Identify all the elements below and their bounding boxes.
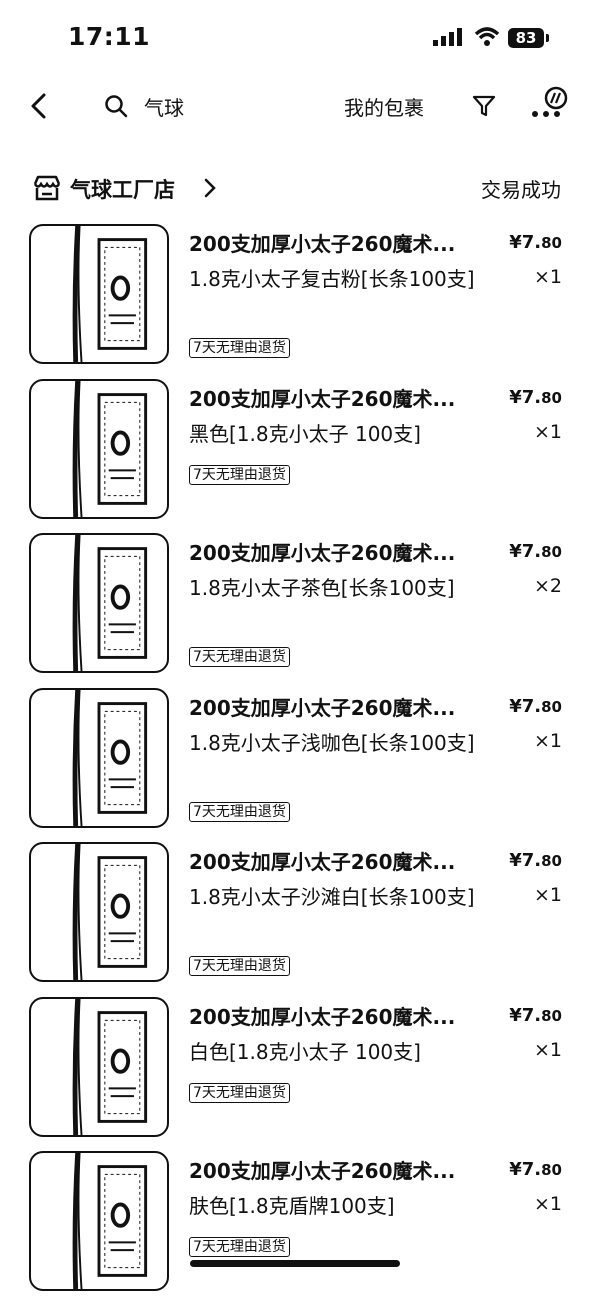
product-spec: 1.8克小太子浅咖色[长条100支] bbox=[189, 731, 475, 755]
balloon-package-image bbox=[72, 1153, 148, 1289]
battery-tip bbox=[546, 34, 549, 42]
battery-level: 83 bbox=[508, 28, 544, 48]
cellular-signal-icon bbox=[433, 28, 462, 46]
product-thumbnail[interactable] bbox=[29, 379, 169, 519]
order-item[interactable]: 200支加厚小太子260魔术... ¥7.80 黑色[1.8克小太子 100支]… bbox=[0, 377, 591, 527]
search-input[interactable]: 气球 bbox=[144, 92, 184, 121]
product-title[interactable]: 200支加厚小太子260魔术... bbox=[189, 537, 489, 566]
product-spec: 黑色[1.8克小太子 100支] bbox=[189, 422, 421, 446]
product-thumbnail[interactable] bbox=[29, 533, 169, 673]
product-price: ¥7.80 bbox=[509, 387, 562, 408]
balloon-package-image bbox=[72, 226, 148, 362]
order-item[interactable]: 200支加厚小太子260魔术... ¥7.80 1.8克小太子浅咖色[长条100… bbox=[0, 686, 591, 836]
product-title[interactable]: 200支加厚小太子260魔术... bbox=[189, 1155, 489, 1184]
chevron-right-icon bbox=[204, 178, 216, 198]
price-main: ¥7. bbox=[509, 541, 542, 562]
product-thumbnail[interactable] bbox=[29, 224, 169, 364]
product-price: ¥7.80 bbox=[509, 232, 562, 253]
balloon-package-image bbox=[72, 535, 148, 671]
return-policy-badge: 7天无理由退货 bbox=[189, 1237, 290, 1257]
my-package-button[interactable]: 我的包裹 bbox=[344, 92, 424, 121]
price-main: ¥7. bbox=[509, 696, 542, 717]
balloon-package-image bbox=[72, 844, 148, 980]
product-quantity: ×1 bbox=[533, 266, 562, 288]
search-icon[interactable] bbox=[104, 94, 128, 118]
product-price: ¥7.80 bbox=[509, 1005, 562, 1026]
price-main: ¥7. bbox=[509, 232, 542, 253]
shop-name[interactable]: 气球工厂店 bbox=[70, 174, 175, 204]
return-policy-badge: 7天无理由退货 bbox=[189, 1083, 290, 1103]
back-arrow-icon[interactable] bbox=[28, 92, 50, 120]
product-spec: 1.8克小太子沙滩白[长条100支] bbox=[189, 885, 475, 909]
product-quantity: ×1 bbox=[533, 421, 562, 443]
product-spec: 肤色[1.8克盾牌100支] bbox=[189, 1194, 395, 1218]
product-quantity: ×1 bbox=[533, 730, 562, 752]
price-main: ¥7. bbox=[509, 1159, 542, 1180]
price-decimal: 80 bbox=[541, 1007, 562, 1025]
price-main: ¥7. bbox=[509, 850, 542, 871]
return-policy-badge: 7天无理由退货 bbox=[189, 465, 290, 485]
order-item[interactable]: 200支加厚小太子260魔术... ¥7.80 1.8克小太子复古粉[长条100… bbox=[0, 222, 591, 372]
return-policy-badge: 7天无理由退货 bbox=[189, 956, 290, 976]
price-decimal: 80 bbox=[541, 234, 562, 252]
product-quantity: ×1 bbox=[533, 1039, 562, 1061]
product-spec: 1.8克小太子复古粉[长条100支] bbox=[189, 267, 475, 291]
price-decimal: 80 bbox=[541, 1161, 562, 1179]
more-options-icon[interactable] bbox=[530, 86, 574, 122]
product-quantity: ×2 bbox=[533, 575, 562, 597]
product-quantity: ×1 bbox=[533, 1193, 562, 1215]
product-spec: 白色[1.8克小太子 100支] bbox=[189, 1040, 421, 1064]
shop-header[interactable]: 气球工厂店 交易成功 bbox=[0, 168, 591, 208]
price-decimal: 80 bbox=[541, 543, 562, 561]
price-decimal: 80 bbox=[541, 389, 562, 407]
balloon-package-image bbox=[72, 999, 148, 1135]
price-main: ¥7. bbox=[509, 387, 542, 408]
product-thumbnail[interactable] bbox=[29, 688, 169, 828]
nav-bar: 气球 我的包裹 bbox=[0, 78, 591, 134]
product-price: ¥7.80 bbox=[509, 850, 562, 871]
price-main: ¥7. bbox=[509, 1005, 542, 1026]
product-title[interactable]: 200支加厚小太子260魔术... bbox=[189, 1001, 489, 1030]
home-indicator bbox=[190, 1260, 400, 1267]
price-decimal: 80 bbox=[541, 698, 562, 716]
filter-icon[interactable] bbox=[472, 94, 496, 118]
product-price: ¥7.80 bbox=[509, 1159, 562, 1180]
order-item[interactable]: 200支加厚小太子260魔术... ¥7.80 肤色[1.8克盾牌100支] ×… bbox=[0, 1149, 591, 1299]
product-thumbnail[interactable] bbox=[29, 1151, 169, 1291]
wifi-icon bbox=[474, 27, 500, 46]
price-decimal: 80 bbox=[541, 852, 562, 870]
product-title[interactable]: 200支加厚小太子260魔术... bbox=[189, 383, 489, 412]
product-price: ¥7.80 bbox=[509, 541, 562, 562]
return-policy-badge: 7天无理由退货 bbox=[189, 647, 290, 667]
product-price: ¥7.80 bbox=[509, 696, 562, 717]
return-policy-badge: 7天无理由退货 bbox=[189, 338, 290, 358]
product-spec: 1.8克小太子茶色[长条100支] bbox=[189, 576, 455, 600]
order-status: 交易成功 bbox=[481, 178, 561, 202]
store-icon bbox=[33, 175, 61, 201]
product-title[interactable]: 200支加厚小太子260魔术... bbox=[189, 846, 489, 875]
balloon-package-image bbox=[72, 381, 148, 517]
order-item[interactable]: 200支加厚小太子260魔术... ¥7.80 1.8克小太子沙滩白[长条100… bbox=[0, 840, 591, 990]
balloon-package-image bbox=[72, 690, 148, 826]
product-title[interactable]: 200支加厚小太子260魔术... bbox=[189, 692, 489, 721]
product-quantity: ×1 bbox=[533, 884, 562, 906]
return-policy-badge: 7天无理由退货 bbox=[189, 802, 290, 822]
order-item[interactable]: 200支加厚小太子260魔术... ¥7.80 白色[1.8克小太子 100支]… bbox=[0, 995, 591, 1145]
product-thumbnail[interactable] bbox=[29, 997, 169, 1137]
status-bar: 17:11 83 bbox=[0, 0, 591, 78]
order-item[interactable]: 200支加厚小太子260魔术... ¥7.80 1.8克小太子茶色[长条100支… bbox=[0, 531, 591, 681]
status-time: 17:11 bbox=[68, 22, 151, 51]
product-title[interactable]: 200支加厚小太子260魔术... bbox=[189, 228, 489, 257]
product-thumbnail[interactable] bbox=[29, 842, 169, 982]
